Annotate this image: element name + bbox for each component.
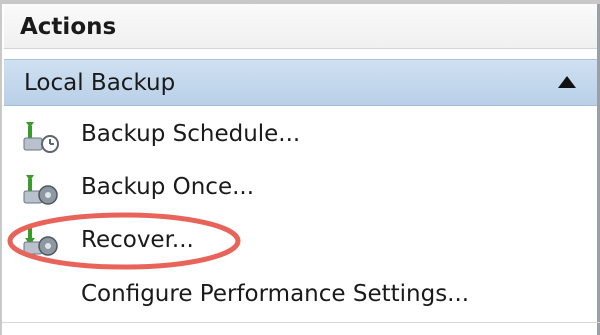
action-label: Backup Schedule... — [81, 121, 301, 147]
recover-icon — [20, 226, 60, 260]
action-backup-once[interactable]: Backup Once... — [4, 165, 597, 213]
action-label: Backup Once... — [81, 174, 255, 200]
backup-schedule-icon — [20, 120, 60, 154]
actions-header: Actions — [4, 4, 597, 49]
actions-title: Actions — [20, 14, 117, 40]
triangle-up-icon[interactable] — [557, 74, 577, 90]
action-recover[interactable]: Recover... — [4, 218, 597, 266]
action-backup-schedule[interactable]: Backup Schedule... — [4, 112, 597, 160]
group-header-local-backup[interactable]: Local Backup — [4, 59, 597, 106]
actions-pane: Actions Local Backup Backup Schedule... — [0, 0, 600, 335]
action-configure-performance-settings[interactable]: Configure Performance Settings... — [4, 272, 597, 320]
group-title: Local Backup — [24, 70, 176, 96]
action-label: Configure Performance Settings... — [81, 281, 470, 307]
backup-once-icon — [20, 173, 60, 207]
action-label: Recover... — [81, 227, 194, 253]
bottom-divider — [2, 322, 600, 323]
